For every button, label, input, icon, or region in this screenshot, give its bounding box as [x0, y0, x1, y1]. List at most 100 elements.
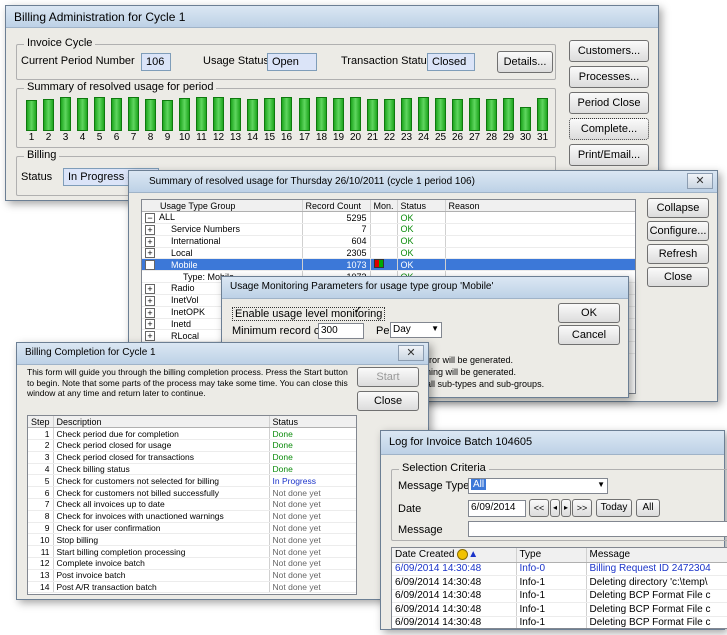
usage-bar[interactable] — [26, 100, 37, 131]
message-types-select[interactable]: All ▼ — [468, 478, 608, 494]
usage-bar[interactable] — [247, 99, 258, 131]
usage-bar[interactable] — [486, 99, 497, 131]
current-period-field[interactable]: 106 — [141, 53, 171, 71]
expand-icon[interactable]: + — [145, 295, 155, 306]
usage-bar[interactable] — [537, 98, 548, 131]
column-header[interactable]: Record Count — [302, 200, 371, 213]
last-date-button[interactable]: >> — [572, 499, 592, 517]
table-row[interactable]: − Mobile 1073 OK — [142, 258, 635, 272]
ok-button[interactable]: OK — [558, 303, 620, 323]
column-header[interactable]: Date Created ▲ — [392, 548, 517, 563]
table-row[interactable]: 6/09/2014 14:30:48 Info-1 Deleting directo… — [392, 575, 727, 590]
usage-bar[interactable] — [469, 98, 480, 131]
column-header[interactable]: Step — [28, 416, 54, 429]
usage-bar[interactable] — [401, 98, 412, 131]
transaction-status-field[interactable]: Closed — [427, 53, 475, 71]
min-record-count-input[interactable]: 300 — [318, 323, 364, 339]
table-row[interactable]: 6/09/2014 14:30:48 Info-0 Billing Request … — [392, 562, 727, 576]
column-header[interactable]: Usage Type Group — [142, 200, 303, 213]
usage-bar[interactable] — [503, 98, 514, 131]
usage-bar[interactable] — [384, 99, 395, 131]
column-header[interactable]: Status — [397, 200, 446, 213]
configure-button[interactable]: Configure... — [647, 221, 709, 241]
expand-icon[interactable]: + — [145, 307, 155, 318]
period-close-button[interactable]: Period Close — [569, 92, 649, 114]
summary-titlebar[interactable]: Summary of resolved usage for Thursday 2… — [129, 171, 717, 193]
expand-icon[interactable]: + — [145, 283, 155, 294]
expand-icon[interactable]: + — [145, 331, 155, 341]
start-button[interactable]: Start — [357, 367, 419, 387]
cancel-button[interactable]: Cancel — [558, 325, 620, 345]
usage-bar[interactable] — [418, 97, 429, 131]
details-button[interactable]: Details... — [497, 51, 553, 73]
usage-bar[interactable] — [230, 98, 241, 131]
prev-date-button[interactable]: ◂ — [550, 499, 560, 517]
message-input[interactable] — [468, 521, 727, 537]
usage-status-field[interactable]: Open — [267, 53, 317, 71]
table-row[interactable]: 3 Check period closed for transactions Don… — [28, 451, 356, 464]
usage-bar[interactable] — [367, 99, 378, 131]
table-row[interactable]: 11 Start billing completion processing Not… — [28, 545, 356, 559]
expand-icon[interactable]: + — [145, 248, 155, 259]
column-header[interactable]: Description — [53, 416, 270, 429]
table-row[interactable]: − ALL 5295 OK — [142, 211, 635, 225]
table-row[interactable]: 7 Check all invoices up to date Not done y… — [28, 498, 356, 511]
column-header[interactable]: Message — [586, 548, 727, 563]
refresh-button[interactable]: Refresh — [647, 244, 709, 264]
usage-bar[interactable] — [196, 97, 207, 131]
usage-bar[interactable] — [264, 98, 275, 131]
table-row[interactable]: 5 Check for customers not selected for bi… — [28, 474, 356, 488]
table-row[interactable]: 1 Check period due for completion Done — [28, 427, 356, 441]
log-titlebar[interactable]: Log for Invoice Batch 104605 — [381, 431, 724, 455]
usage-bar[interactable] — [435, 98, 446, 131]
usage-bar[interactable] — [333, 98, 344, 131]
enable-monitoring-checkbox[interactable]: ✓ — [352, 306, 364, 318]
usage-bar[interactable] — [350, 97, 361, 131]
usage-bar[interactable] — [60, 97, 71, 131]
table-row[interactable]: + International 604 OK — [142, 235, 635, 248]
usage-bar[interactable] — [128, 97, 139, 131]
steps-grid[interactable]: Step Description Status 1 Check period du… — [27, 415, 357, 595]
per-select[interactable]: Day ▼ — [390, 322, 442, 338]
table-row[interactable]: + Local 2305 OK — [142, 247, 635, 260]
expand-icon[interactable]: + — [145, 236, 155, 247]
all-button[interactable]: All — [636, 499, 660, 517]
table-row[interactable]: 14 Post A/R transaction batch Not done yet — [28, 581, 356, 594]
column-header[interactable]: Type — [516, 548, 587, 563]
complete-button[interactable]: Complete... — [569, 118, 649, 140]
usage-bar[interactable] — [43, 99, 54, 131]
table-row[interactable]: 10 Stop billing Not done yet — [28, 533, 356, 547]
customers-button[interactable]: Customers... — [569, 40, 649, 62]
table-row[interactable]: 2 Check period closed for usage Done — [28, 439, 356, 452]
next-date-button[interactable]: ▸ — [561, 499, 571, 517]
usage-bar[interactable] — [452, 99, 463, 131]
monitoring-titlebar[interactable]: Usage Monitoring Parameters for usage ty… — [222, 277, 628, 299]
table-row[interactable]: 6/09/2014 14:30:48 Info-1 Deleting BCP For… — [392, 616, 727, 628]
close-icon[interactable]: ✕ — [398, 345, 424, 361]
usage-bar[interactable] — [94, 97, 105, 131]
expand-icon[interactable]: + — [145, 224, 155, 235]
column-header[interactable]: Status — [269, 416, 356, 429]
usage-bar[interactable] — [316, 97, 327, 131]
usage-bar[interactable] — [77, 98, 88, 131]
table-row[interactable]: 6 Check for customers not billed successf… — [28, 486, 356, 500]
table-row[interactable]: 6/09/2014 14:30:48 Info-1 Deleting BCP For… — [392, 589, 727, 603]
usage-bar[interactable] — [111, 98, 122, 131]
print-email-button[interactable]: Print/Email... — [569, 144, 649, 166]
close-button[interactable]: Close — [647, 267, 709, 287]
usage-bar[interactable] — [145, 99, 156, 131]
table-row[interactable]: 9 Check for user confirmation Not done yet — [28, 522, 356, 535]
close-icon[interactable]: ✕ — [687, 173, 713, 189]
collapse-icon[interactable]: − — [145, 260, 155, 270]
first-date-button[interactable]: << — [529, 499, 549, 517]
log-grid[interactable]: Date Created ▲ Type Message 6/09/2014 14… — [391, 547, 727, 629]
usage-bar[interactable] — [213, 97, 224, 131]
usage-bar[interactable] — [281, 97, 292, 131]
table-row[interactable]: 6/09/2014 14:30:48 Info-1 Deleting BCP For… — [392, 602, 727, 617]
usage-bar[interactable] — [299, 98, 310, 131]
date-input[interactable]: 6/09/2014 — [468, 500, 526, 517]
collapse-button[interactable]: Collapse — [647, 198, 709, 218]
table-row[interactable]: 13 Post invoice batch Not done yet — [28, 569, 356, 582]
expand-icon[interactable]: + — [145, 319, 155, 329]
usage-bar[interactable] — [520, 107, 531, 131]
